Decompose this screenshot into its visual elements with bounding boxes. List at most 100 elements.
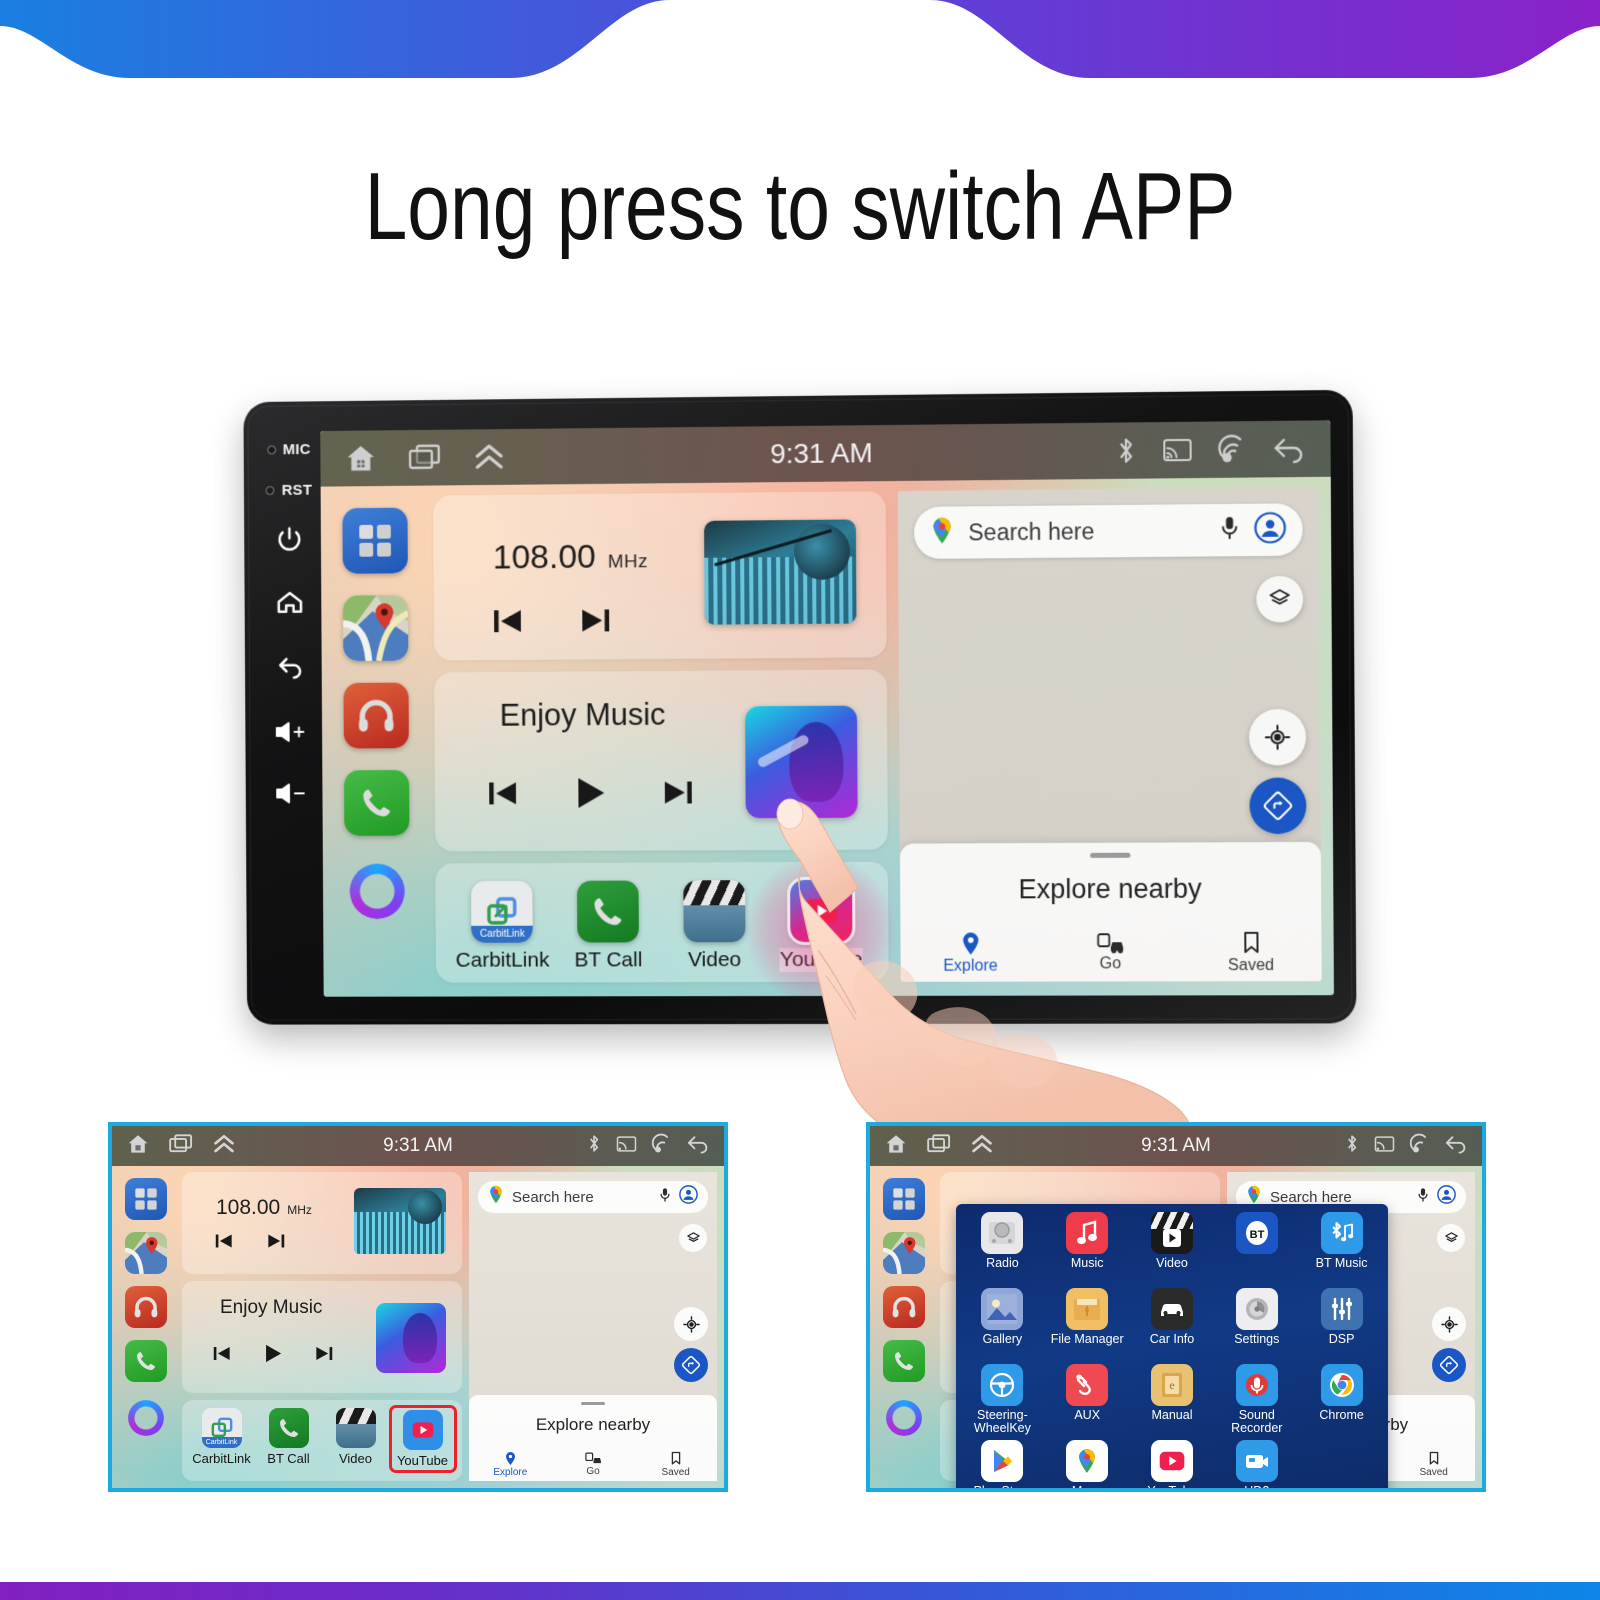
sidebar-item-phone[interactable] (343, 770, 410, 836)
sidebar-item-assistant[interactable] (349, 863, 406, 920)
sheet-grabber[interactable] (581, 1402, 605, 1405)
next-icon[interactable] (578, 605, 612, 640)
app-manual[interactable]: e Manual (1130, 1364, 1215, 1440)
bluetooth-icon[interactable] (1114, 435, 1138, 465)
chevron-double-up-icon[interactable] (472, 442, 506, 472)
previous-icon[interactable] (491, 606, 525, 641)
app-carinfo[interactable]: Car Info (1130, 1288, 1215, 1364)
app-drawer-overlay[interactable]: Radio Music Video BT BT Music Gallery Fi… (956, 1204, 1388, 1488)
wifi-icon[interactable] (1217, 435, 1248, 464)
directions-button[interactable] (1432, 1348, 1466, 1382)
back-arrow-icon[interactable] (1272, 434, 1307, 465)
maps-search-bar[interactable]: Search here (913, 503, 1303, 559)
previous-icon[interactable] (486, 777, 520, 814)
sidebar-item-music[interactable] (125, 1286, 167, 1328)
radio-widget[interactable]: 108.00 MHz (433, 491, 887, 661)
microphone-icon[interactable] (1417, 1187, 1429, 1208)
sidebar-item-apps[interactable] (342, 507, 408, 574)
account-circle-icon[interactable] (1254, 511, 1287, 549)
next-icon[interactable] (266, 1232, 286, 1255)
app-soundrecorder[interactable]: Sound Recorder (1214, 1364, 1299, 1440)
maps-pane[interactable]: Search here (469, 1172, 717, 1481)
rst-indicator[interactable]: RST (265, 482, 312, 499)
home-icon[interactable] (344, 441, 378, 475)
sidebar-item-maps[interactable] (883, 1232, 925, 1274)
app-btmusic[interactable]: BT Music (1299, 1212, 1384, 1288)
play-icon[interactable] (571, 775, 609, 816)
tab-explore[interactable]: Explore (900, 931, 1040, 975)
next-icon[interactable] (661, 777, 695, 814)
dock-item-youtube[interactable]: YouTube (744, 855, 896, 997)
dock-item-btcall[interactable]: BT Call (560, 880, 656, 972)
tab-go[interactable]: Go (1040, 931, 1181, 976)
next-icon[interactable] (314, 1344, 334, 1368)
maps-search-bar[interactable]: Search here (478, 1181, 708, 1213)
app-video[interactable]: Video (1130, 1212, 1215, 1288)
volume-up-icon[interactable] (274, 719, 308, 745)
sidebar-item-assistant[interactable] (886, 1400, 922, 1436)
radio-widget[interactable]: 108.00 MHz (182, 1172, 462, 1274)
my-location-button[interactable] (1432, 1307, 1466, 1341)
recents-icon[interactable] (407, 443, 443, 473)
directions-button[interactable] (1249, 777, 1307, 835)
cast-icon[interactable] (1162, 437, 1193, 463)
tab-explore[interactable]: Explore (469, 1451, 552, 1478)
dock-item-carbitlink[interactable]: CarbitLink CarbitLink (191, 1408, 253, 1470)
directions-button[interactable] (674, 1348, 708, 1382)
tab-saved[interactable]: Saved (634, 1451, 717, 1478)
my-location-button[interactable] (1248, 708, 1307, 766)
music-widget[interactable]: Enjoy Music (182, 1281, 462, 1393)
app-filemanager[interactable]: File Manager (1045, 1288, 1130, 1364)
my-location-button[interactable] (674, 1307, 708, 1341)
app-btcall[interactable]: BT (1214, 1212, 1299, 1288)
search-input[interactable]: Search here (1270, 1189, 1409, 1206)
app-dsp[interactable]: DSP (1299, 1288, 1384, 1364)
dock-item-video[interactable]: Video (325, 1408, 387, 1470)
account-circle-icon[interactable] (1437, 1185, 1456, 1209)
microphone-icon[interactable] (659, 1187, 671, 1208)
tab-saved[interactable]: Saved (1392, 1451, 1475, 1478)
account-circle-icon[interactable] (679, 1185, 698, 1209)
app-radio[interactable]: Radio (960, 1212, 1045, 1288)
app-settings[interactable]: Settings (1214, 1288, 1299, 1364)
previous-icon[interactable] (214, 1232, 234, 1255)
sidebar-item-phone[interactable] (883, 1340, 925, 1382)
maps-pane[interactable]: Search here (897, 486, 1322, 982)
sidebar-item-assistant[interactable] (128, 1400, 164, 1436)
sidebar-item-apps[interactable] (883, 1178, 925, 1220)
dock-item-carbitlink[interactable]: CarbitLink CarbitLink (455, 880, 551, 973)
sheet-grabber[interactable] (1089, 852, 1130, 858)
sidebar-item-music[interactable] (343, 682, 409, 749)
search-input[interactable]: Search here (512, 1189, 651, 1206)
microphone-icon[interactable] (1219, 514, 1239, 545)
dock-item-youtube[interactable]: YouTube (388, 1405, 457, 1473)
app-maps[interactable]: Maps (1045, 1440, 1130, 1488)
tab-go[interactable]: Go (552, 1451, 635, 1478)
volume-down-icon[interactable] (274, 780, 308, 806)
back-icon[interactable] (275, 651, 305, 681)
layers-button[interactable] (679, 1224, 707, 1252)
app-youtube[interactable]: YouTube (1130, 1440, 1215, 1488)
tab-saved[interactable]: Saved (1180, 931, 1321, 976)
search-input[interactable]: Search here (968, 517, 1205, 546)
app-aux[interactable]: AUX (1045, 1364, 1130, 1440)
sidebar-item-phone[interactable] (125, 1340, 167, 1382)
sidebar-item-maps[interactable] (342, 595, 409, 662)
music-widget[interactable]: Enjoy Music (434, 669, 888, 852)
app-gallery[interactable]: Gallery (960, 1288, 1045, 1364)
power-icon[interactable] (275, 524, 305, 554)
app-music[interactable]: Music (1045, 1212, 1130, 1288)
sidebar-item-apps[interactable] (125, 1178, 167, 1220)
sidebar-item-music[interactable] (883, 1286, 925, 1328)
app-chrome[interactable]: Chrome (1299, 1364, 1384, 1440)
explore-sheet[interactable]: Explore nearby Explore Go Saved (899, 841, 1322, 982)
home-icon[interactable] (275, 588, 305, 618)
layers-button[interactable] (1256, 575, 1304, 623)
previous-icon[interactable] (212, 1344, 232, 1368)
dock-item-btcall[interactable]: BT Call (258, 1408, 320, 1470)
app-playstore[interactable]: Play Store (960, 1440, 1045, 1488)
app-steeringwheelkey[interactable]: Steering-WheelKey (960, 1364, 1045, 1440)
layers-button[interactable] (1437, 1224, 1465, 1252)
app-hd2[interactable]: HD2 (1214, 1440, 1299, 1488)
explore-sheet[interactable]: Explore nearby Explore Go (469, 1395, 717, 1481)
